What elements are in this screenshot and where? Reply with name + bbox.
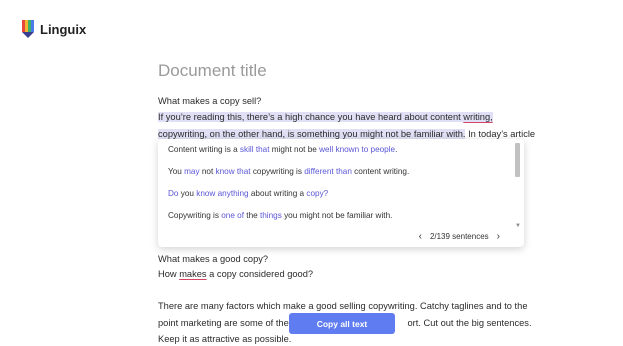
- heading-copy-sell[interactable]: What makes a copy sell?: [158, 96, 261, 106]
- text-fragment: In today’s article: [465, 129, 536, 139]
- next-sentence-icon[interactable]: ›: [497, 231, 500, 242]
- app-logo[interactable]: Linguix: [22, 20, 86, 38]
- paragraph-line[interactable]: How makes a copy considered good?: [158, 269, 313, 279]
- linguix-logo-icon: [22, 20, 34, 38]
- pager-label: 2/139 sentences: [429, 232, 489, 241]
- scroll-down-arrow-icon[interactable]: ▼: [515, 223, 521, 229]
- paragraph-line[interactable]: copywriting, on the other hand, is somet…: [158, 129, 535, 139]
- suggestions-scrollbar[interactable]: ▼: [515, 143, 521, 229]
- previous-sentence-icon[interactable]: ‹: [419, 231, 422, 242]
- heading-good-copy[interactable]: What makes a good copy?: [158, 254, 268, 264]
- suggestion-item[interactable]: Do you know anything about writing a cop…: [168, 189, 328, 198]
- suggestion-item[interactable]: Content writing is a skill that might no…: [168, 145, 397, 154]
- rephrase-suggestions-popup: Content writing is a skill that might no…: [158, 139, 524, 247]
- paragraph-line[interactable]: If you’re reading this, there’s a high c…: [158, 112, 493, 122]
- copy-all-text-button[interactable]: Copy all text: [289, 313, 395, 334]
- sentence-pager: ‹ 2/139 sentences ›: [419, 231, 500, 242]
- paragraph-line[interactable]: Keep it as attractive as possible.: [158, 334, 291, 344]
- selected-sentence-part: If you’re reading this, there’s a high c…: [158, 112, 464, 122]
- app-name: Linguix: [40, 21, 87, 37]
- document-title[interactable]: Document title: [158, 61, 267, 81]
- suggestion-item[interactable]: Copywriting is one of the things you mig…: [168, 211, 392, 220]
- paragraph-line[interactable]: There are many factors which make a good…: [158, 301, 527, 311]
- flagged-word[interactable]: writing,: [463, 112, 493, 122]
- flagged-word[interactable]: makes: [179, 269, 206, 279]
- selected-sentence-part: copywriting, on the other hand, is somet…: [158, 129, 466, 139]
- suggestion-item[interactable]: You may not know that copywriting is dif…: [168, 167, 409, 176]
- scrollbar-thumb[interactable]: [515, 143, 520, 177]
